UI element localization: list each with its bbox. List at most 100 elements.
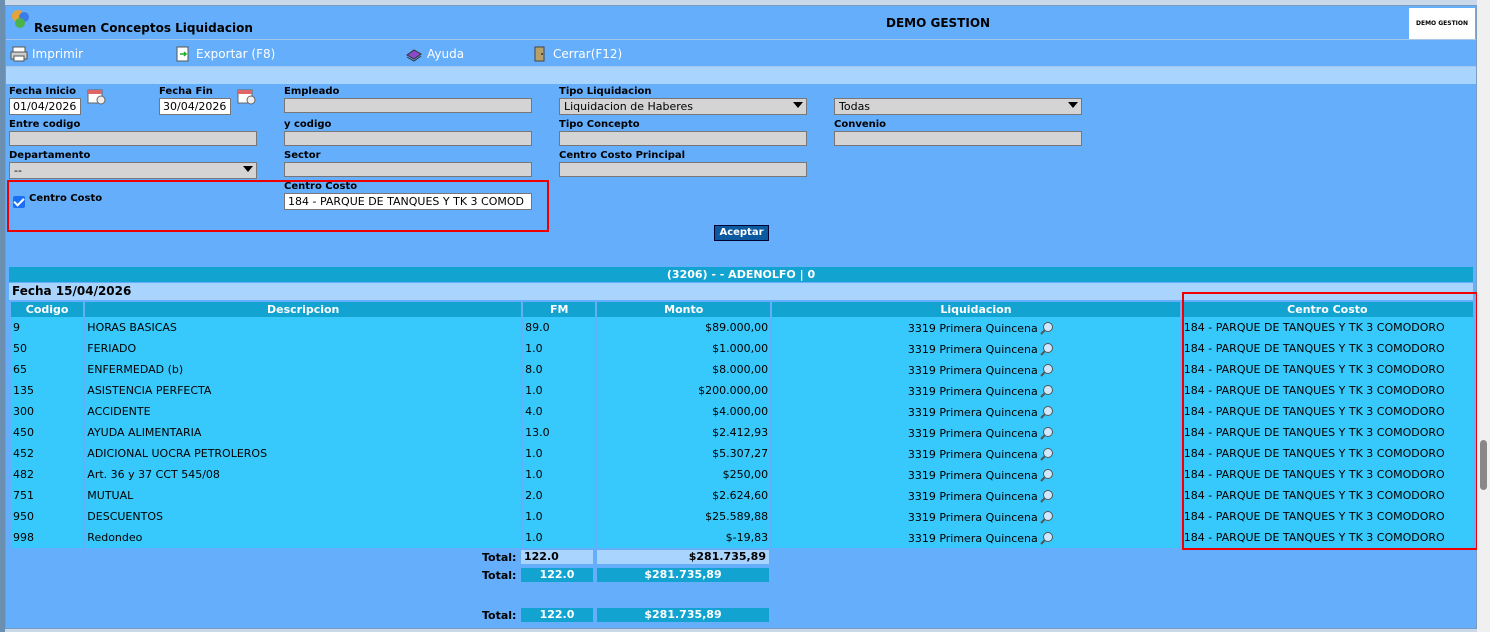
- close-button[interactable]: Cerrar(F12): [531, 45, 622, 63]
- sector-input[interactable]: [284, 162, 532, 177]
- magnifier-icon[interactable]: [1040, 531, 1054, 545]
- magnifier-icon[interactable]: [1040, 510, 1054, 524]
- y-codigo-input[interactable]: [284, 131, 532, 146]
- codigo-cell: 998: [11, 527, 84, 548]
- centro-costo-principal-label: Centro Costo Principal: [559, 150, 686, 161]
- brand-logo: DEMO GESTION: [1409, 8, 1475, 39]
- tipo-liquidacion-select[interactable]: Liquidacion de Haberes: [559, 98, 807, 115]
- descripcion-cell-text: ASISTENCIA PERFECTA: [87, 384, 212, 397]
- codigo-cell-text: 482: [13, 468, 34, 481]
- calendar-icon[interactable]: [236, 87, 256, 105]
- centro-costo-checkbox-label: Centro Costo: [29, 193, 103, 204]
- vertical-scrollbar[interactable]: [1477, 0, 1490, 632]
- magnifier-icon[interactable]: [1040, 468, 1054, 482]
- fecha-inicio-label: Fecha Inicio: [9, 86, 76, 97]
- descripcion-cell: FERIADO: [85, 338, 522, 359]
- calendar-icon[interactable]: [86, 87, 106, 105]
- descripcion-cell: AYUDA ALIMENTARIA: [85, 422, 522, 443]
- codigo-cell: 452: [11, 443, 84, 464]
- monto-cell-text: $8.000,00: [712, 363, 769, 376]
- entre-codigo-input[interactable]: [9, 131, 257, 146]
- monto-cell: $250,00: [597, 464, 771, 485]
- aceptar-button[interactable]: Aceptar: [714, 225, 769, 241]
- fm-cell-text: 89.0: [525, 321, 550, 334]
- print-label: Imprimir: [32, 47, 84, 61]
- codigo-cell-text: 950: [13, 510, 34, 523]
- liquidacion-cell-text: 3319 Primera Quincena: [907, 426, 1038, 440]
- magnifier-icon[interactable]: [1040, 489, 1054, 503]
- magnifier-icon[interactable]: [1040, 363, 1054, 377]
- empleado-label: Empleado: [284, 86, 340, 97]
- liquidacion-cell-text: 3319 Primera Quincena: [907, 342, 1038, 356]
- fm-cell: 2.0: [523, 485, 596, 506]
- monto-cell-text: $-19,83: [725, 531, 769, 544]
- app-logo-icon: [12, 10, 29, 28]
- column-header: Descripcion: [85, 302, 522, 317]
- fm-cell: 89.0: [523, 317, 596, 338]
- codigo-cell-text: 9: [13, 321, 20, 334]
- convenio-input[interactable]: [834, 131, 1082, 146]
- y-codigo-label: y codigo: [284, 119, 332, 130]
- help-button[interactable]: Ayuda: [405, 45, 464, 63]
- entre-codigo-label: Entre codigo: [9, 119, 81, 130]
- centro-costo-principal-input[interactable]: [559, 162, 807, 177]
- magnifier-icon[interactable]: [1040, 321, 1054, 335]
- fecha-fin-input[interactable]: 30/04/2026: [159, 98, 231, 115]
- monto-cell-text: $250,00: [722, 468, 769, 481]
- monto-cell-text: $25.589,88: [705, 510, 769, 523]
- liquidacion-cell-text: 3319 Primera Quincena: [907, 321, 1038, 335]
- fecha-fin-label: Fecha Fin: [159, 86, 213, 97]
- centro-costo-label: Centro Costo: [284, 181, 358, 192]
- monto-cell-text: $2.624,60: [712, 489, 769, 502]
- liquidacion-cell: 3319 Primera Quincena: [772, 359, 1180, 380]
- title-bar: Resumen Conceptos Liquidacion DEMO GESTI…: [6, 6, 1476, 39]
- fm-cell: 1.0: [523, 338, 596, 359]
- monto-cell-text: $1.000,00: [712, 342, 769, 355]
- monto-cell: $2.412,93: [597, 422, 771, 443]
- descripcion-cell: MUTUAL: [85, 485, 522, 506]
- fm-cell: 1.0: [523, 464, 596, 485]
- export-button[interactable]: Exportar (F8): [174, 45, 275, 63]
- fm-cell-text: 4.0: [525, 405, 543, 418]
- liquidacion-cell: 3319 Primera Quincena: [772, 443, 1180, 464]
- total-fm: 122.0: [521, 550, 593, 564]
- magnifier-icon[interactable]: [1040, 384, 1054, 398]
- codigo-cell: 300: [11, 401, 84, 422]
- codigo-cell: 9: [11, 317, 84, 338]
- scrollbar-thumb[interactable]: [1480, 440, 1487, 490]
- tipo-concepto-input[interactable]: [559, 131, 807, 146]
- total-label: Total:: [482, 569, 517, 582]
- chevron-down-icon: [793, 102, 803, 108]
- descripcion-cell-text: Art. 36 y 37 CCT 545/08: [87, 468, 220, 481]
- liquidacion-cell: 3319 Primera Quincena: [772, 485, 1180, 506]
- departamento-select[interactable]: --: [9, 162, 257, 179]
- fecha-inicio-input[interactable]: 01/04/2026: [9, 98, 81, 115]
- centro-costo-checkbox[interactable]: [13, 196, 25, 208]
- chevron-down-icon: [1068, 102, 1078, 108]
- company-name: DEMO GESTION: [886, 16, 991, 30]
- descripcion-cell: ACCIDENTE: [85, 401, 522, 422]
- magnifier-icon[interactable]: [1040, 405, 1054, 419]
- tipo-concepto-label: Tipo Concepto: [559, 119, 640, 130]
- toolbar: Imprimir Exportar (F8) Ayuda Cerrar(F12): [6, 39, 1476, 67]
- export-label: Exportar (F8): [196, 47, 276, 61]
- empleado-input[interactable]: [284, 98, 532, 113]
- print-button[interactable]: Imprimir: [10, 45, 83, 63]
- fm-cell-text: 1.0: [525, 384, 543, 397]
- centro-costo-input[interactable]: 184 - PARQUE DE TANQUES Y TK 3 COMOD: [284, 193, 532, 210]
- todas-select[interactable]: Todas: [834, 98, 1082, 115]
- total-fm: 122.0: [521, 608, 593, 622]
- magnifier-icon[interactable]: [1040, 447, 1054, 461]
- magnifier-icon[interactable]: [1040, 426, 1054, 440]
- total-fm: 122.0: [521, 568, 593, 582]
- magnifier-icon[interactable]: [1040, 342, 1054, 356]
- monto-cell: $200.000,00: [597, 380, 771, 401]
- liquidacion-cell: 3319 Primera Quincena: [772, 401, 1180, 422]
- total-monto: $281.735,89: [597, 568, 769, 582]
- descripcion-cell: DESCUENTOS: [85, 506, 522, 527]
- fm-cell-text: 8.0: [525, 363, 543, 376]
- codigo-cell: 482: [11, 464, 84, 485]
- monto-cell-text: $2.412,93: [712, 426, 769, 439]
- liquidacion-cell: 3319 Primera Quincena: [772, 527, 1180, 548]
- chevron-down-icon: [243, 166, 253, 172]
